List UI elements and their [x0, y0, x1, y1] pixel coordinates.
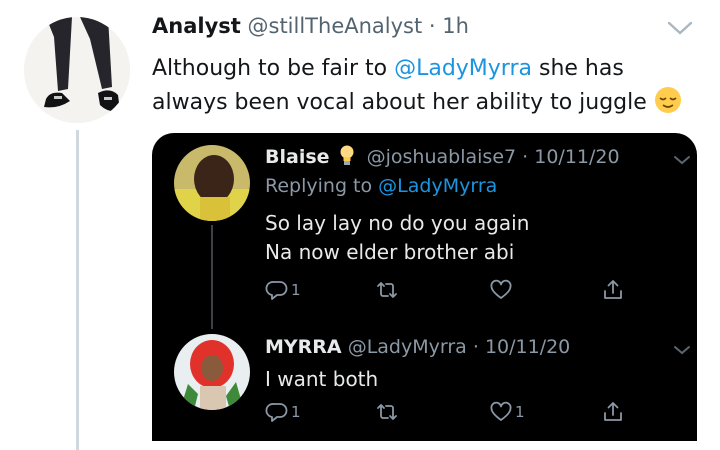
heart-icon: [490, 401, 512, 421]
author-handle[interactable]: @stillTheAnalyst: [248, 14, 423, 38]
reply-text-line: So lay lay no do you again: [265, 211, 530, 235]
like-button[interactable]: [489, 277, 515, 303]
retweet-icon: [377, 282, 397, 298]
author-name[interactable]: Blaise: [265, 146, 330, 168]
author-handle[interactable]: @LadyMyrra: [348, 336, 467, 358]
retweet-button[interactable]: [375, 399, 401, 425]
reply-text-line: I want both: [265, 367, 379, 391]
mention-link[interactable]: @LadyMyrra: [394, 56, 532, 81]
reply-tweet[interactable]: Blaise @joshuablaise7 · 10/11/20 Replyin…: [152, 133, 697, 329]
reply-text-line: Na now elder brother abi: [265, 240, 515, 264]
reply-date[interactable]: 10/11/20: [534, 146, 619, 168]
quoted-conversation-card[interactable]: Blaise @joshuablaise7 · 10/11/20 Replyin…: [152, 133, 697, 441]
reply-header: Blaise @joshuablaise7 · 10/11/20: [265, 145, 620, 168]
tweet-time[interactable]: 1h: [442, 14, 469, 38]
reply-count: 1: [291, 403, 301, 421]
chevron-down-icon[interactable]: [666, 18, 694, 38]
reply-icon: [265, 281, 288, 300]
like-count: 1: [515, 403, 525, 421]
thread-line: [76, 130, 79, 450]
separator-dot: ·: [522, 146, 529, 168]
trousers-shoes-photo: [24, 17, 130, 123]
action-bar: 1: [265, 277, 625, 303]
light-bulb-icon: [340, 145, 354, 165]
relieved-face-emoji-icon: [654, 87, 681, 113]
reply-date[interactable]: 10/11/20: [485, 336, 570, 358]
avatar[interactable]: [24, 17, 130, 123]
author-name[interactable]: Analyst: [152, 14, 241, 38]
reply-button[interactable]: 1: [265, 399, 301, 425]
avatar[interactable]: [174, 334, 250, 410]
chevron-down-icon[interactable]: [672, 343, 692, 357]
reply-button[interactable]: 1: [265, 277, 301, 303]
thread-connector: [211, 225, 213, 329]
tweet-header: Analyst @stillTheAnalyst · 1h: [152, 14, 469, 38]
replying-to: Replying to @LadyMyrra: [265, 175, 497, 197]
tweet-text-part: Although to be fair to: [152, 56, 395, 81]
like-button[interactable]: 1: [489, 399, 525, 425]
author-handle[interactable]: @joshuablaise7: [367, 146, 516, 168]
replying-to-label: Replying to: [265, 175, 373, 197]
reply-count: 1: [291, 281, 301, 299]
share-button[interactable]: [601, 277, 625, 303]
separator-dot: ·: [428, 14, 436, 38]
tweet-text: Although to be fair to @LadyMyrra she ha…: [152, 52, 692, 120]
retweet-button[interactable]: [375, 277, 401, 303]
reply-icon: [265, 403, 288, 422]
share-button[interactable]: [601, 399, 625, 425]
separator-dot: ·: [472, 336, 479, 358]
action-bar: 1 1: [265, 399, 625, 425]
retweet-icon: [377, 404, 397, 420]
reply-tweet[interactable]: MYRRA @LadyMyrra · 10/11/20 I want both …: [152, 329, 697, 441]
chevron-down-icon[interactable]: [672, 153, 692, 167]
reply-text: So lay lay no do you again Na now elder …: [265, 209, 529, 267]
reply-header: MYRRA @LadyMyrra · 10/11/20: [265, 336, 570, 358]
mention-link[interactable]: @LadyMyrra: [378, 175, 497, 197]
heart-icon: [490, 279, 512, 299]
author-name[interactable]: MYRRA: [265, 336, 342, 358]
share-icon: [604, 402, 622, 421]
share-icon: [604, 280, 622, 299]
avatar[interactable]: [174, 145, 250, 221]
avatar-photo: [174, 145, 250, 221]
avatar-photo: [174, 334, 250, 410]
reply-text: I want both: [265, 365, 378, 394]
